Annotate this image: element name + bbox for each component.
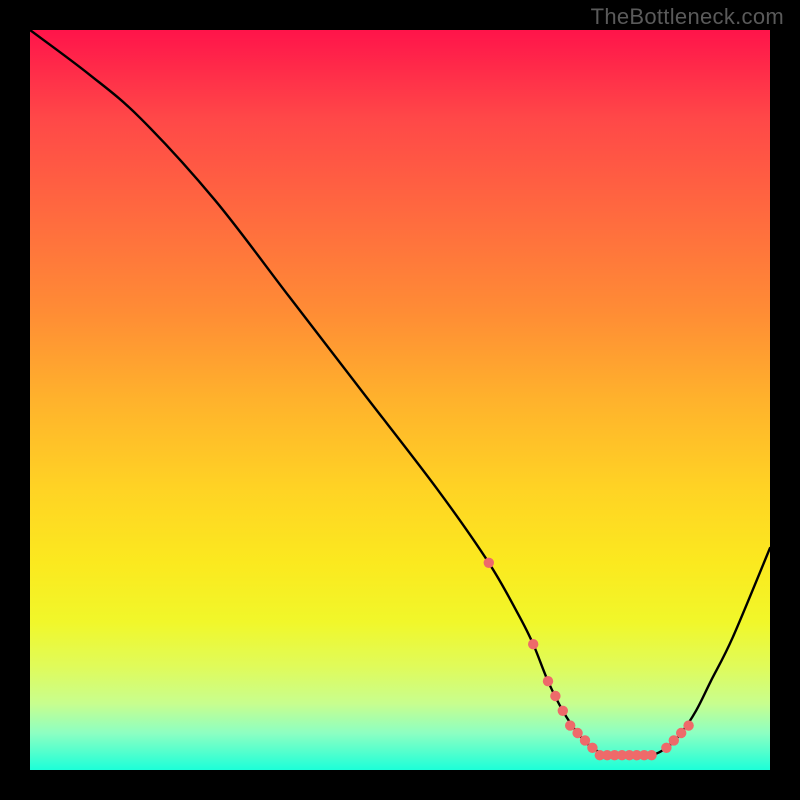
marker-point: [484, 558, 494, 568]
chart-svg: [30, 30, 770, 770]
marker-point: [646, 750, 656, 760]
marker-point: [543, 676, 553, 686]
marker-point: [580, 735, 590, 745]
watermark-text: TheBottleneck.com: [591, 4, 784, 30]
bottleneck-curve: [30, 30, 770, 756]
marker-point: [683, 720, 693, 730]
marker-point: [528, 639, 538, 649]
highlight-markers: [484, 558, 694, 761]
marker-point: [676, 728, 686, 738]
marker-point: [669, 735, 679, 745]
marker-point: [550, 691, 560, 701]
chart-container: TheBottleneck.com: [0, 0, 800, 800]
marker-point: [661, 743, 671, 753]
marker-point: [587, 743, 597, 753]
marker-point: [558, 706, 568, 716]
marker-point: [572, 728, 582, 738]
marker-point: [565, 720, 575, 730]
